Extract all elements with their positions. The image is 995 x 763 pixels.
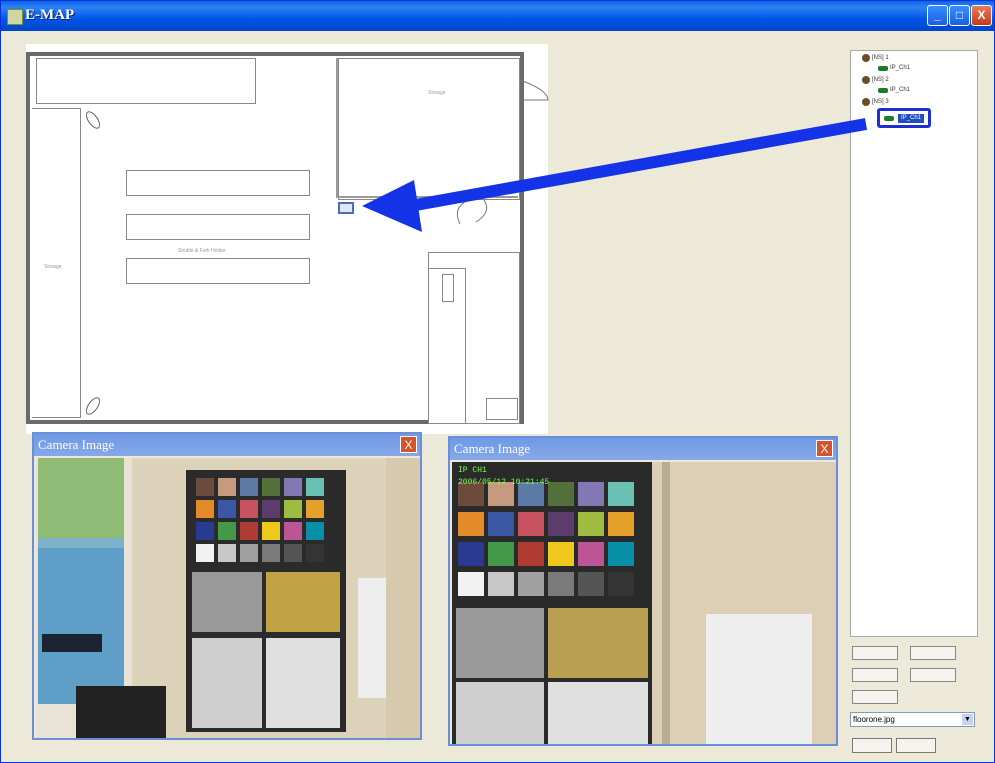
control-button-3[interactable] <box>852 668 898 682</box>
device-tree[interactable] <box>850 50 978 637</box>
camera-scene <box>36 458 420 738</box>
table-3 <box>126 258 310 284</box>
tree-camera-2[interactable]: IP_Ch1 <box>878 87 910 93</box>
camera-window-title[interactable]: Camera Image <box>450 438 836 460</box>
room-storage-top <box>338 58 520 200</box>
app-icon <box>7 9 23 25</box>
interior-wall-h <box>336 196 518 198</box>
interior-wall-v <box>336 58 338 198</box>
room-label-left: Storage <box>44 264 62 270</box>
close-button[interactable]: X <box>971 5 992 26</box>
tree-node-2[interactable]: [NS] 2 <box>862 76 889 84</box>
node-icon <box>862 98 870 106</box>
camera-scene <box>452 462 836 744</box>
closet <box>486 398 518 420</box>
camera-window-1[interactable]: Camera Image X <box>32 432 422 740</box>
room-label-center: Shuttle & Fork Holder <box>178 248 226 254</box>
camera-window-2[interactable]: Camera Image X IP CH1 2006/05/12 10:21:4… <box>448 436 838 746</box>
room-label-storage: Storage <box>428 90 446 96</box>
camera-feed <box>36 458 420 738</box>
camera-icon <box>884 116 894 121</box>
sensor-top <box>83 108 103 132</box>
map-file-select[interactable]: floorone.jpg ▼ <box>850 712 975 727</box>
tree-camera-selected[interactable]: IP_Ch1 <box>877 108 931 128</box>
node-icon <box>862 54 870 62</box>
table-2 <box>126 214 310 240</box>
control-button-4[interactable] <box>910 668 956 682</box>
camera-feed: IP CH1 2006/05/12 10:21:45 <box>452 462 836 744</box>
camera-marker[interactable] <box>338 202 354 214</box>
table-1 <box>126 170 310 196</box>
close-icon[interactable]: X <box>816 440 833 457</box>
window-title: E-MAP <box>25 7 75 23</box>
selected-label: IP_Ch1 <box>898 114 924 123</box>
node-icon <box>862 76 870 84</box>
camera-window-title[interactable]: Camera Image <box>34 434 420 456</box>
control-button-1[interactable] <box>852 646 898 660</box>
cancel-button[interactable] <box>896 738 936 753</box>
camera-overlay-channel: IP CH1 <box>458 466 487 475</box>
room-top-left <box>36 58 256 104</box>
control-button-5[interactable] <box>852 690 898 704</box>
camera-icon <box>878 65 888 71</box>
floorplan[interactable]: Storage Storage Shuttle & Fork Holder <box>26 52 524 424</box>
maximize-button[interactable]: □ <box>949 5 970 26</box>
camera-icon <box>878 87 888 93</box>
fixture <box>442 274 454 302</box>
ok-button[interactable] <box>852 738 892 753</box>
tree-camera-1[interactable]: IP_Ch1 <box>878 65 910 71</box>
camera-overlay-timestamp: 2006/05/12 10:21:45 <box>458 478 550 487</box>
room-left-storage <box>32 108 81 418</box>
tree-node-3[interactable]: [NS] 3 <box>862 98 889 106</box>
minimize-button[interactable]: _ <box>927 5 948 26</box>
control-button-2[interactable] <box>910 646 956 660</box>
chevron-down-icon[interactable]: ▼ <box>962 714 973 725</box>
sensor-bottom <box>83 394 103 418</box>
close-icon[interactable]: X <box>400 436 417 453</box>
title-bar[interactable]: E-MAP _ □ X <box>1 1 994 31</box>
tree-node-1[interactable]: [NS] 1 <box>862 54 889 62</box>
